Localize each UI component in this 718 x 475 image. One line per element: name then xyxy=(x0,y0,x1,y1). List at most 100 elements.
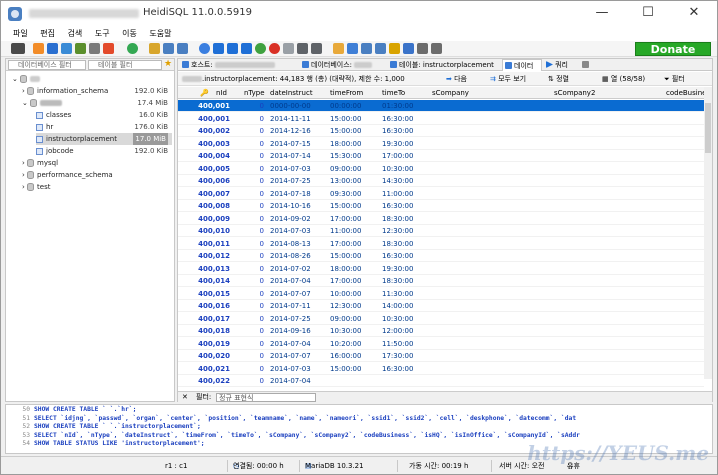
col-header-timeto[interactable]: timeTo xyxy=(382,87,405,99)
cell-dateinstruct[interactable]: 2014-07-15 xyxy=(270,138,328,150)
cell-timeto[interactable]: 11:00:00 xyxy=(382,188,430,200)
tab-data[interactable]: 데이터 xyxy=(502,59,542,71)
cell-timefrom[interactable]: 15:00:00 xyxy=(330,113,380,125)
help-icon[interactable] xyxy=(199,43,210,54)
cell-timefrom[interactable]: 17:00:00 xyxy=(330,213,380,225)
table-row[interactable]: 400,018 0 2014-09-16 10:30:00 12:00:00 xyxy=(178,325,704,337)
cell-ntype[interactable]: 0 xyxy=(234,238,264,250)
table-icon[interactable] xyxy=(177,43,188,54)
close-button[interactable]: ✕ xyxy=(671,1,717,27)
align-icon[interactable] xyxy=(417,43,428,54)
cell-timeto[interactable]: 01:30:00 xyxy=(382,100,430,112)
cell-dateinstruct[interactable]: 2014-12-16 xyxy=(270,125,328,137)
cell-dateinstruct[interactable]: 2014-07-25 xyxy=(270,313,328,325)
cell-dateinstruct[interactable]: 2014-07-07 xyxy=(270,288,328,300)
table-row[interactable]: 400,010 0 2014-07-03 11:00:00 12:30:00 xyxy=(178,225,704,237)
cell-timeto[interactable]: 16:30:00 xyxy=(382,125,430,137)
donate-button[interactable]: Donate xyxy=(635,42,711,56)
cell-nid[interactable]: 400,011 xyxy=(196,238,230,250)
menu-tools[interactable]: 도구 xyxy=(95,27,110,41)
paste-icon[interactable] xyxy=(61,43,72,54)
col-header-codebusiness[interactable]: codeBusines xyxy=(666,87,704,99)
cell-ntype[interactable]: 0 xyxy=(234,288,264,300)
cell-nid[interactable]: 400,012 xyxy=(196,250,230,262)
cell-timeto[interactable]: 19:30:00 xyxy=(382,138,430,150)
user-manager-icon[interactable] xyxy=(149,43,160,54)
cell-timefrom[interactable]: 10:00:00 xyxy=(330,288,380,300)
tree-table-hr[interactable]: hr 176.0 KiB xyxy=(36,121,172,133)
cell-timefrom[interactable]: 15:00:00 xyxy=(330,200,380,212)
cell-nid[interactable]: 400,021 xyxy=(196,363,230,375)
table-filter-input[interactable]: 테이블 필터 xyxy=(88,60,162,70)
cell-ntype[interactable]: 0 xyxy=(234,213,264,225)
cell-nid[interactable]: 400,014 xyxy=(196,275,230,287)
cell-timeto[interactable]: 16:30:00 xyxy=(382,363,430,375)
refresh-icon[interactable] xyxy=(103,43,114,54)
cell-timeto[interactable]: 11:30:00 xyxy=(382,288,430,300)
table-row[interactable]: 400,004 0 2014-07-14 15:30:00 17:00:00 xyxy=(178,150,704,162)
connect-icon[interactable] xyxy=(11,43,25,54)
cell-nid[interactable]: 400,013 xyxy=(196,263,230,275)
cell-dateinstruct[interactable]: 2014-07-18 xyxy=(270,188,328,200)
cell-ntype[interactable]: 0 xyxy=(234,150,264,162)
cell-timefrom[interactable]: 15:00:00 xyxy=(330,250,380,262)
cell-nid[interactable]: 400,001 xyxy=(196,113,230,125)
regex-filter-input[interactable]: 정규 표현식 xyxy=(216,393,316,402)
export-icon[interactable] xyxy=(75,43,86,54)
menu-edit[interactable]: 편집 xyxy=(40,27,55,41)
cell-timeto[interactable]: 19:30:00 xyxy=(382,263,430,275)
col-header-nid[interactable]: nId xyxy=(216,87,227,99)
open-file-icon[interactable] xyxy=(333,43,344,54)
col-header-ntype[interactable]: nType xyxy=(244,87,265,99)
table-row[interactable]: 400,011 0 2014-08-13 17:00:00 18:30:00 xyxy=(178,238,704,250)
table-row[interactable]: 400,016 0 2014-07-11 12:30:00 14:00:00 xyxy=(178,300,704,312)
cell-dateinstruct[interactable]: 2014-07-02 xyxy=(270,263,328,275)
table-row[interactable]: 400,017 0 2014-07-25 09:00:00 10:30:00 xyxy=(178,313,704,325)
binary-icon[interactable] xyxy=(403,43,414,54)
favorite-star-icon[interactable]: ★ xyxy=(164,59,172,69)
cell-timefrom[interactable]: 15:30:00 xyxy=(330,150,380,162)
cell-ntype[interactable]: 0 xyxy=(234,325,264,337)
col-header-scompany2[interactable]: sCompany2 xyxy=(554,87,595,99)
cell-nid[interactable]: 400,006 xyxy=(196,175,230,187)
cell-timefrom[interactable]: 09:00:00 xyxy=(330,313,380,325)
columns-button[interactable]: ▦ 열 (58/58) xyxy=(602,72,645,86)
cell-timefrom[interactable]: 15:00:00 xyxy=(330,125,380,137)
cell-timefrom[interactable]: 12:30:00 xyxy=(330,300,380,312)
log-icon[interactable] xyxy=(431,43,442,54)
cell-dateinstruct[interactable]: 2014-08-26 xyxy=(270,250,328,262)
cell-ntype[interactable]: 0 xyxy=(234,100,264,112)
cell-dateinstruct[interactable]: 2014-08-13 xyxy=(270,238,328,250)
cell-timeto[interactable]: 14:00:00 xyxy=(382,300,430,312)
cell-dateinstruct[interactable]: 2014-07-03 xyxy=(270,363,328,375)
menu-help[interactable]: 도움말 xyxy=(149,27,171,41)
cancel-icon[interactable] xyxy=(297,43,308,54)
cell-ntype[interactable]: 0 xyxy=(234,200,264,212)
table-row[interactable]: 400,021 0 2014-07-03 15:00:00 16:30:00 xyxy=(178,363,704,375)
next-button[interactable]: ➡ 다음 xyxy=(446,72,467,86)
disconnect-icon[interactable] xyxy=(33,43,44,54)
cell-timefrom[interactable]: 09:00:00 xyxy=(330,163,380,175)
cell-timefrom[interactable]: 18:00:00 xyxy=(330,138,380,150)
print-icon[interactable] xyxy=(89,43,100,54)
tree-table-jobcode[interactable]: jobcode 192.0 KiB xyxy=(36,145,172,157)
table-row[interactable]: 400,003 0 2014-07-15 18:00:00 19:30:00 xyxy=(178,138,704,150)
cell-ntype[interactable]: 0 xyxy=(234,350,264,362)
cell-dateinstruct[interactable]: 0000-00-00 xyxy=(270,100,328,112)
cell-ntype[interactable]: 0 xyxy=(234,275,264,287)
table-row[interactable]: 400,022 0 2014-07-04 xyxy=(178,375,704,387)
cell-nid[interactable]: 400,019 xyxy=(196,338,230,350)
filter-button[interactable]: ⏷ 필터 xyxy=(664,72,685,86)
cell-nid[interactable]: 400,016 xyxy=(196,300,230,312)
format-icon[interactable] xyxy=(389,43,400,54)
menu-go[interactable]: 이동 xyxy=(122,27,137,41)
table-row[interactable]: 400,001 0 2014-11-11 15:00:00 16:30:00 xyxy=(178,113,704,125)
menu-file[interactable]: 파일 xyxy=(13,27,28,41)
find-icon[interactable] xyxy=(361,43,372,54)
table-row[interactable]: 400,019 0 2014-07-04 10:20:00 11:50:00 xyxy=(178,338,704,350)
cell-ntype[interactable]: 0 xyxy=(234,113,264,125)
cell-timeto[interactable]: 10:30:00 xyxy=(382,313,430,325)
cell-timeto[interactable]: 12:30:00 xyxy=(382,225,430,237)
server-node[interactable]: ⌄ xyxy=(12,73,41,85)
execute-query-icon[interactable] xyxy=(311,43,322,54)
